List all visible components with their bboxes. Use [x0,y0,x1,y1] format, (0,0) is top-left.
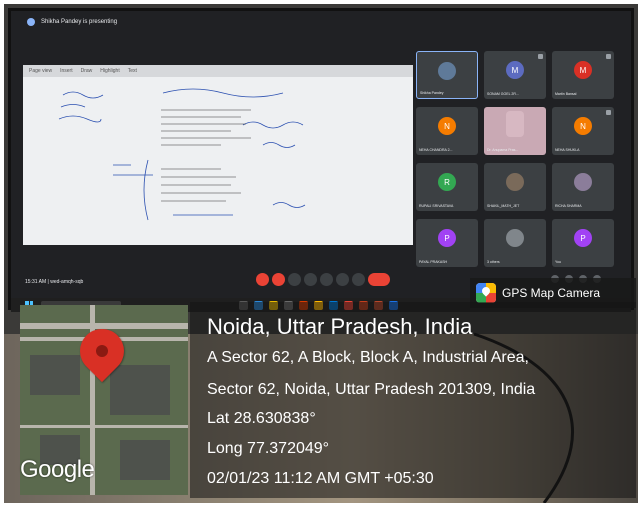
google-logo: Google [20,456,95,483]
timestamp: 02/01/23 11:12 AM GMT +05:30 [207,470,434,487]
address-line-1: A Sector 62, A Block, Block A, Industria… [207,349,529,366]
map-pin-center [96,345,108,357]
latitude: Lat 28.630838° [207,410,316,427]
gps-camera-title: GPS Map Camera [502,286,601,300]
location-city: Noida, Uttar Pradesh, India [207,314,473,339]
gps-map-camera-logo-icon [476,283,496,303]
address-line-2: Sector 62, Noida, Uttar Pradesh 201309, … [207,381,536,398]
longitude: Long 77.372049° [207,440,330,457]
